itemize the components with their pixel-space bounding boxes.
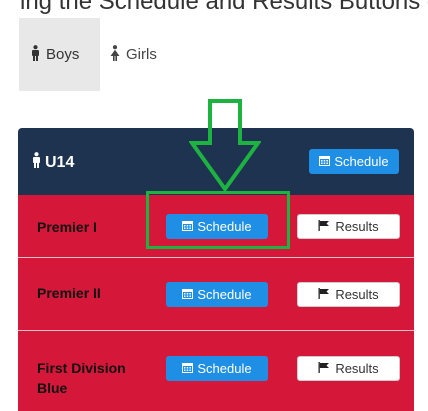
- cropped-heading: ing the Schedule and Results Buttons on …: [0, 0, 428, 18]
- tab-girls[interactable]: Girls: [100, 18, 157, 91]
- division-name: Premier I: [37, 219, 97, 235]
- division-name: Premier II: [37, 285, 101, 301]
- gender-tabs: Boys Girls: [19, 18, 157, 91]
- male-person-icon: [31, 44, 40, 65]
- division-results-button[interactable]: Results: [297, 356, 400, 381]
- division-results-button[interactable]: Results: [297, 282, 400, 307]
- age-group-label: U14: [45, 153, 75, 171]
- results-label: Results: [335, 361, 379, 376]
- schedule-label: Schedule: [197, 361, 252, 376]
- female-person-icon: [110, 44, 120, 65]
- division-name: First Division Blue: [37, 360, 126, 396]
- tab-boys-label: Boys: [46, 46, 80, 63]
- age-group-title: U14: [32, 152, 74, 173]
- flag-icon: [318, 361, 330, 376]
- division-row: Premier II Schedule Results: [18, 258, 414, 330]
- division-schedule-button[interactable]: Schedule: [166, 356, 268, 381]
- male-person-icon: [32, 152, 41, 173]
- calendar-icon: [319, 154, 331, 169]
- results-label: Results: [335, 287, 379, 302]
- calendar-icon: [182, 287, 194, 302]
- heading-text: ing the Schedule and Results Buttons on …: [20, 0, 428, 15]
- tab-girls-label: Girls: [126, 46, 157, 63]
- flag-icon: [318, 287, 330, 302]
- division-row: First Division Blue Schedule Results: [18, 331, 414, 411]
- group-schedule-button[interactable]: Schedule: [309, 149, 399, 174]
- results-label: Results: [335, 219, 379, 234]
- calendar-icon: [182, 361, 194, 376]
- down-arrow-icon: [189, 99, 261, 191]
- division-results-button[interactable]: Results: [297, 214, 400, 239]
- group-schedule-label: Schedule: [334, 154, 389, 169]
- division-schedule-button[interactable]: Schedule: [166, 282, 268, 307]
- schedule-label: Schedule: [197, 287, 252, 302]
- highlight-box: [146, 191, 290, 249]
- tab-boys[interactable]: Boys: [19, 18, 100, 91]
- flag-icon: [318, 219, 330, 234]
